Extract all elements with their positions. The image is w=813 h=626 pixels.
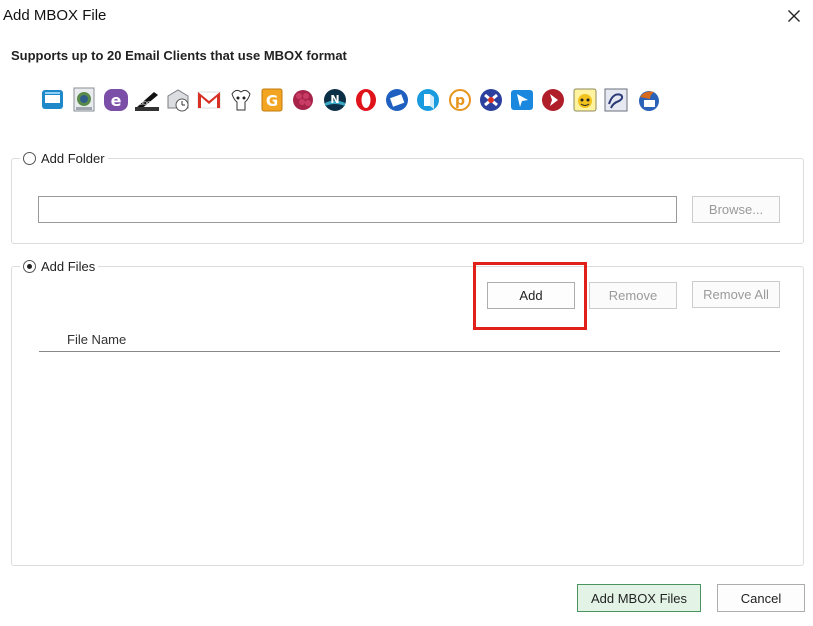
add-files-label: Add Files: [41, 258, 96, 274]
browse-button[interactable]: Browse...: [692, 196, 780, 223]
svg-text:p: p: [455, 93, 465, 109]
postbox-icon: [167, 89, 189, 112]
thunderbird-icon: [639, 91, 659, 111]
supported-clients-heading: Supports up to 20 Email Clients that use…: [11, 48, 347, 63]
add-files-radio[interactable]: Add Files: [20, 258, 99, 274]
svg-text:e: e: [111, 91, 122, 110]
close-icon: [788, 10, 800, 22]
sylpheed-icon: [511, 90, 533, 110]
netscape-icon: N: [324, 89, 346, 111]
column-header-divider: [39, 351, 780, 352]
pocomail-icon: [386, 89, 408, 111]
entourage-icon: e: [104, 89, 128, 111]
remove-button[interactable]: Remove: [589, 282, 677, 309]
svg-text:G: G: [266, 92, 278, 110]
mulberry-icon: [480, 89, 502, 111]
add-folder-radio[interactable]: Add Folder: [20, 150, 108, 166]
add-folder-radio-circle[interactable]: [23, 151, 36, 165]
add-button[interactable]: Add: [487, 282, 575, 309]
remove-all-button[interactable]: Remove All: [692, 281, 780, 308]
folder-path-input[interactable]: [38, 196, 677, 223]
svg-text:EUDORA: EUDORA: [136, 101, 158, 107]
email-client-icons: e EUDORA G N p: [40, 86, 680, 116]
eudora-icon: EUDORA: [135, 92, 159, 111]
powermail-icon: p: [449, 89, 471, 111]
g-mail-icon: G: [261, 88, 283, 112]
opera-icon: [356, 89, 376, 111]
window-title: Add MBOX File: [3, 7, 107, 24]
file-name-column-header[interactable]: File Name: [67, 332, 126, 347]
file-list[interactable]: [39, 353, 780, 558]
cancel-button[interactable]: Cancel: [717, 584, 805, 612]
add-mbox-files-button[interactable]: Add MBOX Files: [577, 584, 701, 612]
svg-text:N: N: [330, 93, 339, 106]
close-button[interactable]: [779, 2, 809, 30]
title-bar: Add MBOX File: [0, 0, 813, 34]
mail-stamp-icon: [73, 87, 95, 112]
cone-icon: [542, 89, 564, 111]
spicebird-icon: [417, 89, 439, 111]
evolution-icon: [604, 88, 628, 112]
add-files-radio-circle[interactable]: [23, 259, 36, 273]
gmail-icon: [197, 91, 221, 109]
add-folder-label: Add Folder: [41, 150, 105, 166]
gnu-icon: [231, 89, 251, 111]
window-mail-icon: [42, 90, 63, 109]
claws-icon: [573, 88, 597, 112]
seamonkey-icon: [293, 90, 313, 110]
